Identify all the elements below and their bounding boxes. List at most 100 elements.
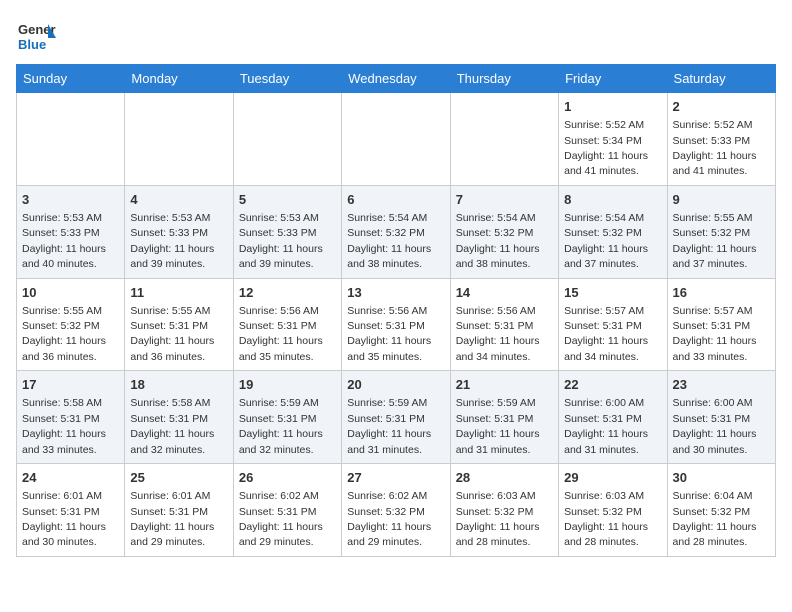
calendar-table: SundayMondayTuesdayWednesdayThursdayFrid… (16, 64, 776, 557)
day-number: 23 (673, 376, 770, 394)
day-number: 18 (130, 376, 227, 394)
day-number: 14 (456, 284, 553, 302)
calendar-cell: 27 Sunrise: 6:02 AM Sunset: 5:32 PM Dayli… (342, 464, 450, 557)
calendar-cell (450, 93, 558, 186)
day-number: 8 (564, 191, 661, 209)
day-number: 25 (130, 469, 227, 487)
day-header-friday: Friday (559, 65, 667, 93)
day-header-wednesday: Wednesday (342, 65, 450, 93)
day-number: 28 (456, 469, 553, 487)
day-number: 20 (347, 376, 444, 394)
day-info: Sunrise: 6:04 AM Sunset: 5:32 PM Dayligh… (673, 490, 757, 548)
day-number: 21 (456, 376, 553, 394)
calendar-cell: 11 Sunrise: 5:55 AM Sunset: 5:31 PM Dayli… (125, 278, 233, 371)
calendar-cell: 29 Sunrise: 6:03 AM Sunset: 5:32 PM Dayli… (559, 464, 667, 557)
calendar-cell (233, 93, 341, 186)
calendar-cell: 22Sunrise: 6:00 AM Sunset: 5:31 PM Dayli… (559, 371, 667, 464)
calendar-cell: 13 Sunrise: 5:56 AM Sunset: 5:31 PM Dayli… (342, 278, 450, 371)
day-info: Sunrise: 5:54 AM Sunset: 5:32 PM Dayligh… (564, 212, 648, 270)
week-row-4: 17 Sunrise: 5:58 AM Sunset: 5:31 PM Dayli… (17, 371, 776, 464)
calendar-cell: 1 Sunrise: 5:52 AM Sunset: 5:34 PM Daylig… (559, 93, 667, 186)
day-info: Sunrise: 5:54 AM Sunset: 5:32 PM Dayligh… (456, 212, 540, 270)
calendar-cell: 28 Sunrise: 6:03 AM Sunset: 5:32 PM Dayli… (450, 464, 558, 557)
day-number: 4 (130, 191, 227, 209)
calendar-cell: 26Sunrise: 6:02 AM Sunset: 5:31 PM Dayli… (233, 464, 341, 557)
calendar-cell: 14 Sunrise: 5:56 AM Sunset: 5:31 PM Dayli… (450, 278, 558, 371)
day-number: 19 (239, 376, 336, 394)
day-info: Sunrise: 6:03 AM Sunset: 5:32 PM Dayligh… (456, 490, 540, 548)
day-number: 30 (673, 469, 770, 487)
day-info: Sunrise: 5:55 AM Sunset: 5:32 PM Dayligh… (22, 305, 106, 363)
week-row-2: 3 Sunrise: 5:53 AM Sunset: 5:33 PM Daylig… (17, 185, 776, 278)
day-header-thursday: Thursday (450, 65, 558, 93)
calendar-cell (342, 93, 450, 186)
day-number: 10 (22, 284, 119, 302)
calendar-cell: 21Sunrise: 5:59 AM Sunset: 5:31 PM Dayli… (450, 371, 558, 464)
day-number: 17 (22, 376, 119, 394)
calendar-cell: 25 Sunrise: 6:01 AM Sunset: 5:31 PM Dayli… (125, 464, 233, 557)
logo-icon: General Blue (16, 16, 56, 56)
calendar-cell: 7Sunrise: 5:54 AM Sunset: 5:32 PM Daylig… (450, 185, 558, 278)
day-info: Sunrise: 5:55 AM Sunset: 5:31 PM Dayligh… (130, 305, 214, 363)
calendar-cell: 17 Sunrise: 5:58 AM Sunset: 5:31 PM Dayli… (17, 371, 125, 464)
day-info: Sunrise: 5:53 AM Sunset: 5:33 PM Dayligh… (22, 212, 106, 270)
day-info: Sunrise: 6:00 AM Sunset: 5:31 PM Dayligh… (673, 397, 757, 455)
day-info: Sunrise: 5:53 AM Sunset: 5:33 PM Dayligh… (239, 212, 323, 270)
day-info: Sunrise: 5:56 AM Sunset: 5:31 PM Dayligh… (347, 305, 431, 363)
svg-text:Blue: Blue (18, 37, 46, 52)
day-info: Sunrise: 5:56 AM Sunset: 5:31 PM Dayligh… (456, 305, 540, 363)
day-header-monday: Monday (125, 65, 233, 93)
day-number: 5 (239, 191, 336, 209)
day-number: 29 (564, 469, 661, 487)
day-number: 13 (347, 284, 444, 302)
calendar-cell: 19 Sunrise: 5:59 AM Sunset: 5:31 PM Dayli… (233, 371, 341, 464)
calendar-cell: 20 Sunrise: 5:59 AM Sunset: 5:31 PM Dayli… (342, 371, 450, 464)
day-info: Sunrise: 5:59 AM Sunset: 5:31 PM Dayligh… (347, 397, 431, 455)
week-row-5: 24 Sunrise: 6:01 AM Sunset: 5:31 PM Dayli… (17, 464, 776, 557)
day-info: Sunrise: 6:00 AM Sunset: 5:31 PM Dayligh… (564, 397, 648, 455)
calendar-cell (125, 93, 233, 186)
day-number: 9 (673, 191, 770, 209)
day-number: 27 (347, 469, 444, 487)
day-info: Sunrise: 5:57 AM Sunset: 5:31 PM Dayligh… (673, 305, 757, 363)
day-info: Sunrise: 5:58 AM Sunset: 5:31 PM Dayligh… (130, 397, 214, 455)
day-number: 26 (239, 469, 336, 487)
day-number: 24 (22, 469, 119, 487)
day-info: Sunrise: 6:01 AM Sunset: 5:31 PM Dayligh… (130, 490, 214, 548)
day-info: Sunrise: 5:55 AM Sunset: 5:32 PM Dayligh… (673, 212, 757, 270)
day-info: Sunrise: 5:58 AM Sunset: 5:31 PM Dayligh… (22, 397, 106, 455)
day-info: Sunrise: 5:53 AM Sunset: 5:33 PM Dayligh… (130, 212, 214, 270)
day-info: Sunrise: 5:52 AM Sunset: 5:34 PM Dayligh… (564, 119, 648, 177)
calendar-cell: 30 Sunrise: 6:04 AM Sunset: 5:32 PM Dayli… (667, 464, 775, 557)
day-number: 15 (564, 284, 661, 302)
calendar-cell: 18 Sunrise: 5:58 AM Sunset: 5:31 PM Dayli… (125, 371, 233, 464)
day-info: Sunrise: 5:54 AM Sunset: 5:32 PM Dayligh… (347, 212, 431, 270)
page-header: General Blue (16, 16, 776, 56)
calendar-cell: 6 Sunrise: 5:54 AM Sunset: 5:32 PM Daylig… (342, 185, 450, 278)
day-info: Sunrise: 5:59 AM Sunset: 5:31 PM Dayligh… (239, 397, 323, 455)
day-info: Sunrise: 6:02 AM Sunset: 5:32 PM Dayligh… (347, 490, 431, 548)
day-number: 1 (564, 98, 661, 116)
week-row-1: 1 Sunrise: 5:52 AM Sunset: 5:34 PM Daylig… (17, 93, 776, 186)
calendar-cell: 23 Sunrise: 6:00 AM Sunset: 5:31 PM Dayli… (667, 371, 775, 464)
week-row-3: 10 Sunrise: 5:55 AM Sunset: 5:32 PM Dayli… (17, 278, 776, 371)
day-number: 6 (347, 191, 444, 209)
day-info: Sunrise: 6:03 AM Sunset: 5:32 PM Dayligh… (564, 490, 648, 548)
day-header-sunday: Sunday (17, 65, 125, 93)
day-header-tuesday: Tuesday (233, 65, 341, 93)
calendar-cell: 3 Sunrise: 5:53 AM Sunset: 5:33 PM Daylig… (17, 185, 125, 278)
calendar-cell: 12Sunrise: 5:56 AM Sunset: 5:31 PM Dayli… (233, 278, 341, 371)
calendar-cell: 16 Sunrise: 5:57 AM Sunset: 5:31 PM Dayli… (667, 278, 775, 371)
day-number: 16 (673, 284, 770, 302)
calendar-cell: 24Sunrise: 6:01 AM Sunset: 5:31 PM Dayli… (17, 464, 125, 557)
day-number: 12 (239, 284, 336, 302)
logo: General Blue (16, 16, 56, 56)
calendar-cell: 9 Sunrise: 5:55 AM Sunset: 5:32 PM Daylig… (667, 185, 775, 278)
calendar-cell: 15 Sunrise: 5:57 AM Sunset: 5:31 PM Dayli… (559, 278, 667, 371)
day-number: 3 (22, 191, 119, 209)
day-info: Sunrise: 5:57 AM Sunset: 5:31 PM Dayligh… (564, 305, 648, 363)
calendar-cell: 8 Sunrise: 5:54 AM Sunset: 5:32 PM Daylig… (559, 185, 667, 278)
calendar-cell: 10 Sunrise: 5:55 AM Sunset: 5:32 PM Dayli… (17, 278, 125, 371)
calendar-header-row: SundayMondayTuesdayWednesdayThursdayFrid… (17, 65, 776, 93)
day-number: 11 (130, 284, 227, 302)
